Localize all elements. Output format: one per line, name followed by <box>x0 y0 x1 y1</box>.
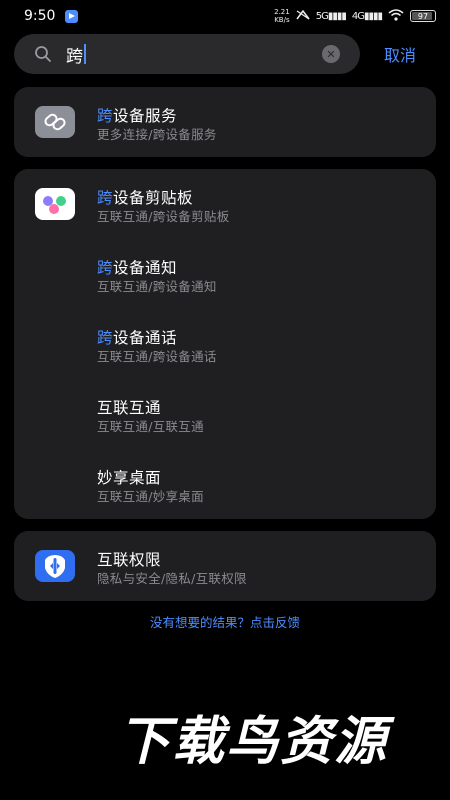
result-title: 跨设备通知 <box>97 256 177 278</box>
search-icon <box>34 45 52 63</box>
link-icon <box>35 106 75 138</box>
network-speed-unit: KB/s <box>274 16 290 24</box>
result-subtitle: 互联互通/跨设备通知 <box>97 279 217 294</box>
result-item-cross-device-call[interactable]: 跨设备通话 互联互通/跨设备通话 <box>14 309 436 379</box>
result-title-rest: 互联权限 <box>97 551 162 569</box>
result-subtitle: 互联互通/妙享桌面 <box>97 489 204 504</box>
search-row: 跨 ✕ 取消 <box>14 34 436 74</box>
close-icon: ✕ <box>326 47 336 61</box>
status-bar: 9:50 2.21 KB/s 5G▮▮▮▮ 4G▮▮▮▮ 97 <box>0 0 450 32</box>
result-card-1: 跨设备服务 更多连接/跨设备服务 <box>14 87 436 157</box>
result-title-rest: 设备服务 <box>113 107 178 125</box>
signal-4g-label: 4G <box>351 10 365 22</box>
battery-icon: 97 <box>410 10 436 22</box>
nfc-icon <box>296 9 310 23</box>
result-title-rest: 设备通话 <box>113 329 178 347</box>
result-title-highlight: 跨 <box>97 259 114 277</box>
feedback-link[interactable]: 没有想要的结果？点击反馈 <box>0 612 450 631</box>
result-title: 互联互通 <box>97 396 161 418</box>
status-time: 9:50 <box>24 8 56 24</box>
result-title: 互联权限 <box>97 548 161 570</box>
network-speed-value: 2.21 <box>274 8 290 16</box>
result-item-interconnect[interactable]: 互联互通 互联互通/互联互通 <box>14 379 436 449</box>
result-title: 跨设备服务 <box>97 104 177 126</box>
result-title-rest: 妙享桌面 <box>97 469 162 487</box>
result-title: 妙享桌面 <box>97 466 161 488</box>
signal-5g-label: 5G <box>315 10 329 22</box>
status-left: 9:50 <box>24 8 79 24</box>
network-speed: 2.21 KB/s <box>274 8 290 24</box>
result-subtitle: 互联互通/跨设备剪贴板 <box>97 209 230 224</box>
result-title: 跨设备通话 <box>97 326 177 348</box>
result-item-cross-device-notification[interactable]: 跨设备通知 互联互通/跨设备通知 <box>14 239 436 309</box>
result-title-highlight: 跨 <box>97 329 114 347</box>
search-query-text: 跨 <box>66 46 83 67</box>
result-card-3: 互联权限 隐私与安全/隐私/互联权限 <box>14 531 436 601</box>
text-cursor <box>84 44 86 64</box>
privacy-shield-icon <box>35 550 75 582</box>
result-subtitle: 更多连接/跨设备服务 <box>97 127 217 142</box>
signal-4g-icon: 4G▮▮▮▮ <box>351 10 383 22</box>
search-query: 跨 <box>66 42 86 67</box>
result-item-cross-device-clipboard[interactable]: 跨设备剪贴板 互联互通/跨设备剪贴板 <box>14 169 436 239</box>
result-title-rest: 互联互通 <box>97 399 162 417</box>
status-right: 2.21 KB/s 5G▮▮▮▮ 4G▮▮▮▮ 97 <box>274 8 436 24</box>
result-subtitle: 互联互通/跨设备通话 <box>97 349 217 364</box>
result-title-highlight: 跨 <box>97 107 114 125</box>
clear-search-button[interactable]: ✕ <box>322 45 340 63</box>
result-item-cross-device-service[interactable]: 跨设备服务 更多连接/跨设备服务 <box>14 87 436 157</box>
battery-level: 97 <box>417 11 429 21</box>
cancel-button[interactable]: 取消 <box>384 42 416 66</box>
result-title-highlight: 跨 <box>97 189 114 207</box>
result-title-rest: 设备剪贴板 <box>113 189 194 207</box>
watermark-logo: 下载鸟资源 <box>118 712 389 772</box>
result-title-rest: 设备通知 <box>113 259 178 277</box>
signal-5g-icon: 5G▮▮▮▮ <box>315 10 347 22</box>
result-item-share-desktop[interactable]: 妙享桌面 互联互通/妙享桌面 <box>14 449 436 519</box>
result-subtitle: 隐私与安全/隐私/互联权限 <box>97 571 247 586</box>
connectivity-app-icon <box>35 188 75 220</box>
result-card-2: 跨设备剪贴板 互联互通/跨设备剪贴板 跨设备通知 互联互通/跨设备通知 跨设备通… <box>14 169 436 519</box>
result-item-interconnect-permission[interactable]: 互联权限 隐私与安全/隐私/互联权限 <box>14 531 436 601</box>
wifi-icon <box>388 8 404 24</box>
notification-app-icon <box>65 9 79 23</box>
result-title: 跨设备剪贴板 <box>97 186 193 208</box>
search-input[interactable]: 跨 ✕ <box>14 34 360 74</box>
result-subtitle: 互联互通/互联互通 <box>97 419 204 434</box>
